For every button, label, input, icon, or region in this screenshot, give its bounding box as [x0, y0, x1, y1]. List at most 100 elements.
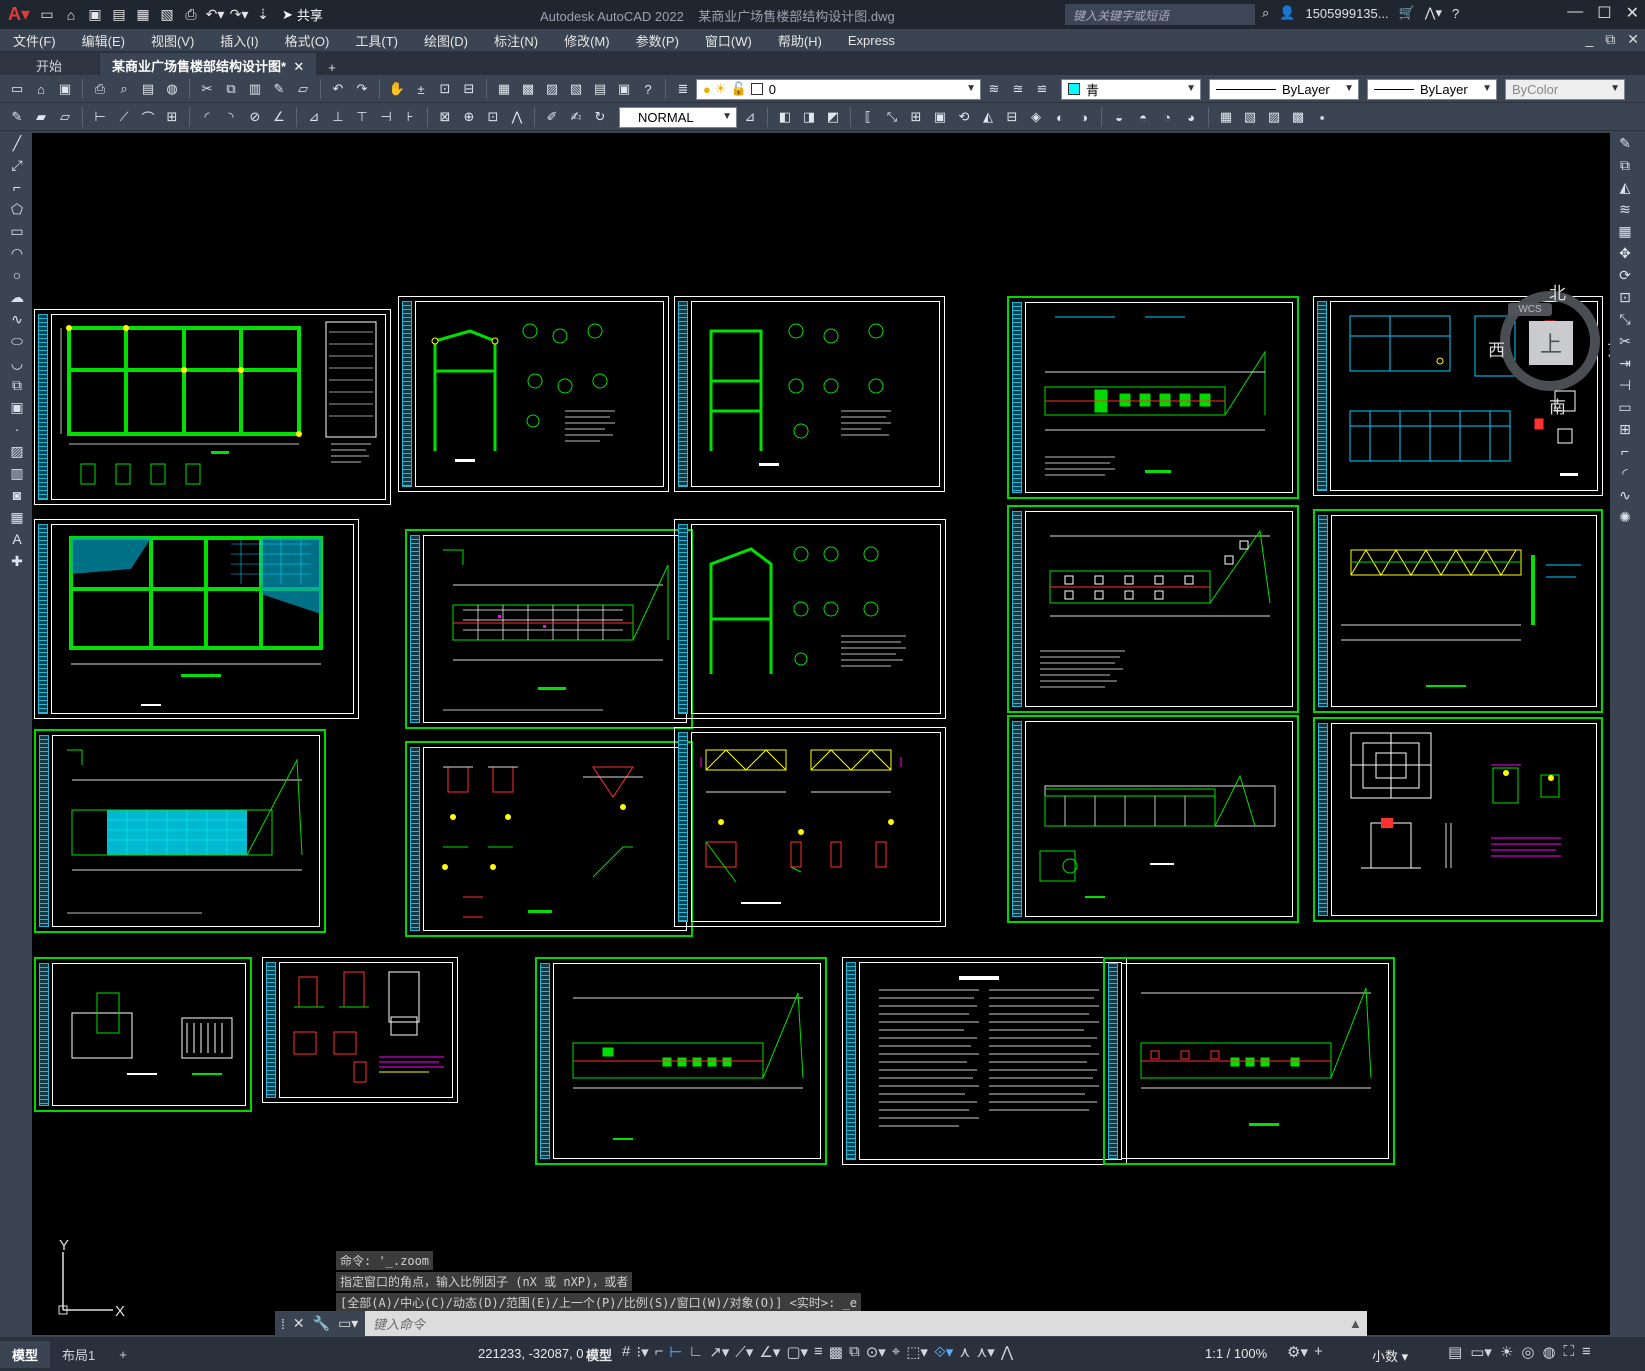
wcs-menu[interactable]: WCS: [1508, 303, 1552, 316]
extend-icon[interactable]: ⇥: [1614, 353, 1636, 373]
doc-restore-icon[interactable]: ⧉: [1605, 31, 1615, 48]
chamfer-icon[interactable]: ⌐: [1614, 441, 1636, 461]
viewcube[interactable]: 上 北 南 东 西: [1462, 281, 1610, 421]
design-center-icon[interactable]: ▩: [517, 78, 539, 100]
insert-block-icon[interactable]: ⧉: [6, 375, 28, 395]
modify-tool-icon[interactable]: ⟲: [953, 106, 975, 128]
chevron-up-icon[interactable]: ▲: [1349, 1316, 1367, 1331]
help-icon[interactable]: ?: [1452, 6, 1459, 21]
scale-icon[interactable]: ⊡: [1614, 287, 1636, 307]
make-current-layer-icon[interactable]: ≋: [983, 78, 1005, 100]
drawing-sheet[interactable]: [34, 309, 391, 505]
annotation-monitor-icon[interactable]: +: [1314, 1343, 1323, 1361]
linetype-dropdown[interactable]: ByLayer ▼: [1209, 78, 1359, 100]
tab-model[interactable]: 模型: [0, 1340, 51, 1368]
menu-express[interactable]: Express: [835, 33, 908, 48]
drawing-sheet[interactable]: [34, 519, 359, 719]
pan-icon[interactable]: ✋: [386, 78, 408, 100]
sheet-set-icon[interactable]: ▧: [565, 78, 587, 100]
ellipse-arc-icon[interactable]: ◡: [6, 353, 28, 373]
help-icon[interactable]: ?: [637, 78, 659, 100]
gizmo-icon[interactable]: ⟐▾: [934, 1343, 953, 1361]
annotation-visibility-icon[interactable]: ⋏: [959, 1343, 970, 1361]
share-button[interactable]: ➤ 共享: [276, 5, 329, 24]
diameter-dim-icon[interactable]: ⊘: [244, 106, 266, 128]
trim-icon[interactable]: ✂: [1614, 331, 1636, 351]
drawing-sheet[interactable]: [1007, 715, 1299, 923]
workspace-icon[interactable]: ⚙▾: [1287, 1343, 1308, 1361]
modify-tool-icon[interactable]: ◨: [798, 106, 820, 128]
mirror-icon[interactable]: ◭: [1614, 177, 1636, 197]
offset-icon[interactable]: ≋: [1614, 199, 1636, 219]
grid-icon[interactable]: #: [622, 1343, 630, 1361]
command-input[interactable]: 键入命令: [365, 1314, 1349, 1333]
search-icon[interactable]: ⌕: [1262, 5, 1269, 21]
copy-icon[interactable]: ⧉: [1614, 155, 1636, 175]
polyline-icon[interactable]: ⌐: [6, 177, 28, 197]
menu-draw[interactable]: 绘图(D): [411, 31, 481, 50]
save-as-icon[interactable]: ▤: [108, 4, 130, 26]
dim-edit-icon[interactable]: ✐: [541, 106, 563, 128]
osnap-icon[interactable]: ▢▾: [786, 1343, 808, 1361]
break-icon[interactable]: ▭: [1614, 397, 1636, 417]
drawing-sheet[interactable]: [405, 741, 693, 937]
open-icon[interactable]: ⌂: [60, 4, 82, 26]
hatch-icon[interactable]: ▨: [6, 441, 28, 461]
doc-minimize-icon[interactable]: _: [1585, 31, 1593, 48]
coordinates-readout[interactable]: 221233, -32087, 0: [478, 1346, 584, 1361]
qnew-icon[interactable]: ▭: [6, 78, 28, 100]
close-icon[interactable]: ✕: [293, 1315, 305, 1332]
menu-insert[interactable]: 插入(I): [207, 31, 271, 50]
menu-modify[interactable]: 修改(M): [551, 31, 623, 50]
spline-icon[interactable]: ∿: [6, 309, 28, 329]
table-icon[interactable]: ▦: [6, 507, 28, 527]
modify-tool-icon[interactable]: ⊟: [1001, 106, 1023, 128]
drawing-sheet[interactable]: [1007, 296, 1299, 499]
viewcube-south[interactable]: 南: [1549, 393, 1566, 418]
drawing-sheet[interactable]: [674, 727, 946, 927]
annotation-scale-icon[interactable]: ⋀: [1001, 1343, 1013, 1361]
model-space-button[interactable]: 模型: [586, 1345, 612, 1364]
line-icon[interactable]: ╱: [6, 133, 28, 153]
publish-icon[interactable]: ▤: [137, 78, 159, 100]
calculator-icon[interactable]: ▣: [613, 78, 635, 100]
modify-tool-icon[interactable]: ◑: [1073, 106, 1095, 128]
annotation-scale[interactable]: 1:1 / 100%: [1205, 1346, 1267, 1361]
web-mobile-save-icon[interactable]: ▧: [156, 4, 178, 26]
ellipse-icon[interactable]: ⬭: [6, 331, 28, 351]
drawing-sheet[interactable]: [674, 519, 946, 719]
erase-icon[interactable]: ✎: [1614, 133, 1636, 153]
zoom-window-icon[interactable]: ⊡: [434, 78, 456, 100]
make-block-icon[interactable]: ▣: [6, 397, 28, 417]
modify-tool-icon[interactable]: ▨: [1263, 106, 1285, 128]
drawing-sheet[interactable]: [262, 957, 458, 1103]
add-layout-button[interactable]: +: [107, 1343, 139, 1366]
drawing-sheet[interactable]: [34, 957, 252, 1112]
modify-tool-icon[interactable]: ◐: [1049, 106, 1071, 128]
recent-commands-icon[interactable]: ▭▾: [338, 1315, 358, 1332]
aligned-dim-icon[interactable]: ⟋: [113, 106, 135, 128]
user-name[interactable]: 1505999135...: [1305, 6, 1388, 21]
dim-style-icon[interactable]: ⊿: [739, 106, 761, 128]
dim-break-icon[interactable]: ⊦: [399, 106, 421, 128]
a360-icon[interactable]: ⋀▾: [1425, 5, 1442, 21]
center-mark-icon[interactable]: ⊕: [458, 106, 480, 128]
modify-tool-icon[interactable]: ⟦: [857, 106, 879, 128]
drawing-sheet[interactable]: [405, 529, 693, 729]
arc-length-icon[interactable]: ⌒: [137, 106, 159, 128]
zoom-previous-icon[interactable]: ⊟: [458, 78, 480, 100]
modify-tool-icon[interactable]: ⤡: [881, 106, 903, 128]
maximize-icon[interactable]: ☐: [1597, 3, 1611, 23]
fillet-icon[interactable]: ◜: [1614, 463, 1636, 483]
layer-previous-icon[interactable]: ≊: [1007, 78, 1029, 100]
viewcube-west[interactable]: 西: [1488, 336, 1505, 361]
save-icon[interactable]: ▣: [54, 78, 76, 100]
circle-icon[interactable]: ○: [6, 265, 28, 285]
new-tab-button[interactable]: +: [318, 57, 346, 75]
jogged-linear-icon[interactable]: ⋀: [506, 106, 528, 128]
arc-icon[interactable]: ◠: [6, 243, 28, 263]
paste-icon[interactable]: ▥: [244, 78, 266, 100]
menu-help[interactable]: 帮助(H): [765, 31, 835, 50]
tab-layout1[interactable]: 布局1: [50, 1341, 107, 1368]
drawing-sheet[interactable]: [1103, 957, 1395, 1165]
